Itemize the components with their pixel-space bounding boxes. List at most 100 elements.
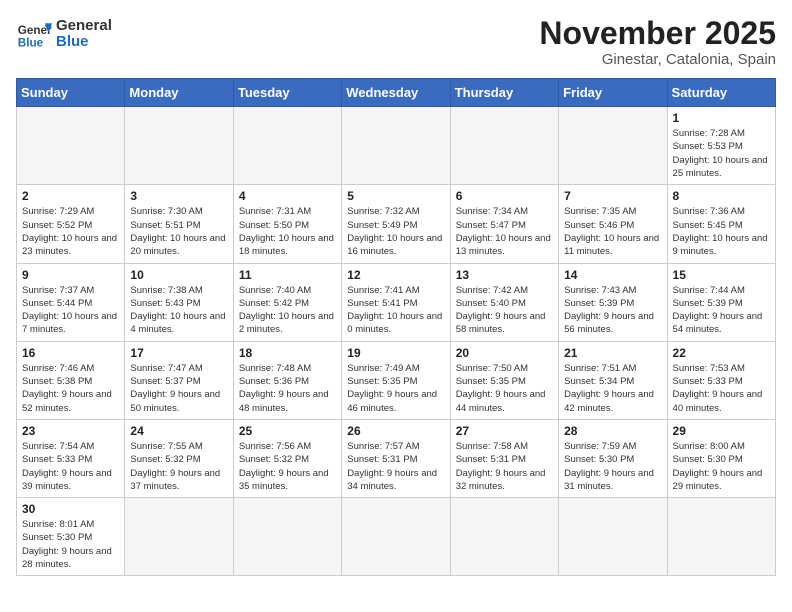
calendar-cell: 30 Sunrise: 8:01 AM Sunset: 5:30 PM Dayli…: [17, 498, 125, 576]
day-number: 22: [673, 346, 770, 360]
calendar-row-3: 9 Sunrise: 7:37 AM Sunset: 5:44 PM Daylig…: [17, 263, 776, 341]
calendar-cell: 10 Sunrise: 7:38 AM Sunset: 5:43 PM Dayli…: [125, 263, 233, 341]
calendar-cell: [17, 107, 125, 185]
calendar-cell: 26Sunrise: 7:57 AM Sunset: 5:31 PM Dayli…: [342, 419, 450, 497]
month-title: November 2025: [539, 16, 776, 51]
calendar-cell: 16 Sunrise: 7:46 AM Sunset: 5:38 PM Dayli…: [17, 341, 125, 419]
weekday-header-sunday: Sunday: [17, 79, 125, 107]
day-number: 4: [239, 189, 336, 203]
day-number: 9: [22, 268, 119, 282]
calendar-row-1: 1 Sunrise: 7:28 AM Sunset: 5:53 PM Daylig…: [17, 107, 776, 185]
day-number: 8: [673, 189, 770, 203]
calendar-row-2: 2Sunrise: 7:29 AM Sunset: 5:52 PM Daylig…: [17, 185, 776, 263]
calendar-cell: [450, 498, 558, 576]
calendar-cell: [233, 107, 341, 185]
weekday-header-monday: Monday: [125, 79, 233, 107]
day-info: Sunrise: 7:59 AM Sunset: 5:30 PM Dayligh…: [564, 440, 661, 493]
day-info: Sunrise: 7:34 AM Sunset: 5:47 PM Dayligh…: [456, 205, 553, 258]
calendar-cell: 9 Sunrise: 7:37 AM Sunset: 5:44 PM Daylig…: [17, 263, 125, 341]
day-info: Sunrise: 7:41 AM Sunset: 5:41 PM Dayligh…: [347, 284, 444, 337]
calendar-cell: 3Sunrise: 7:30 AM Sunset: 5:51 PM Daylig…: [125, 185, 233, 263]
calendar-cell: 1 Sunrise: 7:28 AM Sunset: 5:53 PM Daylig…: [667, 107, 775, 185]
day-info: Sunrise: 7:37 AM Sunset: 5:44 PM Dayligh…: [22, 284, 119, 337]
calendar-cell: 17Sunrise: 7:47 AM Sunset: 5:37 PM Dayli…: [125, 341, 233, 419]
calendar-cell: 15 Sunrise: 7:44 AM Sunset: 5:39 PM Dayli…: [667, 263, 775, 341]
day-info: Sunrise: 7:42 AM Sunset: 5:40 PM Dayligh…: [456, 284, 553, 337]
weekday-header-tuesday: Tuesday: [233, 79, 341, 107]
day-number: 5: [347, 189, 444, 203]
calendar-cell: [342, 107, 450, 185]
calendar-cell: [125, 107, 233, 185]
calendar-cell: [125, 498, 233, 576]
logo-general: General: [56, 18, 112, 35]
day-info: Sunrise: 7:35 AM Sunset: 5:46 PM Dayligh…: [564, 205, 661, 258]
day-number: 25: [239, 424, 336, 438]
day-info: Sunrise: 7:38 AM Sunset: 5:43 PM Dayligh…: [130, 284, 227, 337]
calendar-row-6: 30 Sunrise: 8:01 AM Sunset: 5:30 PM Dayli…: [17, 498, 776, 576]
weekday-header-thursday: Thursday: [450, 79, 558, 107]
calendar-row-4: 16 Sunrise: 7:46 AM Sunset: 5:38 PM Dayli…: [17, 341, 776, 419]
weekday-header-saturday: Saturday: [667, 79, 775, 107]
day-number: 20: [456, 346, 553, 360]
day-info: Sunrise: 7:57 AM Sunset: 5:31 PM Dayligh…: [347, 440, 444, 493]
day-number: 2: [22, 189, 119, 203]
weekday-header-friday: Friday: [559, 79, 667, 107]
calendar-cell: [450, 107, 558, 185]
page-header: General Blue General Blue November 2025 …: [16, 16, 776, 68]
weekday-header-wednesday: Wednesday: [342, 79, 450, 107]
day-info: Sunrise: 7:51 AM Sunset: 5:34 PM Dayligh…: [564, 362, 661, 415]
day-number: 28: [564, 424, 661, 438]
day-info: Sunrise: 8:01 AM Sunset: 5:30 PM Dayligh…: [22, 518, 119, 571]
calendar-cell: 23 Sunrise: 7:54 AM Sunset: 5:33 PM Dayli…: [17, 419, 125, 497]
calendar-cell: 20Sunrise: 7:50 AM Sunset: 5:35 PM Dayli…: [450, 341, 558, 419]
calendar-cell: 29Sunrise: 8:00 AM Sunset: 5:30 PM Dayli…: [667, 419, 775, 497]
logo-icon: General Blue: [16, 16, 52, 52]
day-number: 14: [564, 268, 661, 282]
calendar-cell: 22 Sunrise: 7:53 AM Sunset: 5:33 PM Dayli…: [667, 341, 775, 419]
calendar-cell: 13Sunrise: 7:42 AM Sunset: 5:40 PM Dayli…: [450, 263, 558, 341]
day-number: 16: [22, 346, 119, 360]
calendar-table: SundayMondayTuesdayWednesdayThursdayFrid…: [16, 78, 776, 576]
day-info: Sunrise: 7:47 AM Sunset: 5:37 PM Dayligh…: [130, 362, 227, 415]
day-info: Sunrise: 7:58 AM Sunset: 5:31 PM Dayligh…: [456, 440, 553, 493]
day-info: Sunrise: 7:31 AM Sunset: 5:50 PM Dayligh…: [239, 205, 336, 258]
day-info: Sunrise: 7:44 AM Sunset: 5:39 PM Dayligh…: [673, 284, 770, 337]
calendar-cell: 14Sunrise: 7:43 AM Sunset: 5:39 PM Dayli…: [559, 263, 667, 341]
day-number: 6: [456, 189, 553, 203]
day-info: Sunrise: 7:49 AM Sunset: 5:35 PM Dayligh…: [347, 362, 444, 415]
calendar-cell: 5 Sunrise: 7:32 AM Sunset: 5:49 PM Daylig…: [342, 185, 450, 263]
calendar-cell: 18Sunrise: 7:48 AM Sunset: 5:36 PM Dayli…: [233, 341, 341, 419]
day-number: 1: [673, 111, 770, 125]
day-number: 15: [673, 268, 770, 282]
day-info: Sunrise: 7:36 AM Sunset: 5:45 PM Dayligh…: [673, 205, 770, 258]
day-number: 11: [239, 268, 336, 282]
day-number: 30: [22, 502, 119, 516]
day-info: Sunrise: 7:54 AM Sunset: 5:33 PM Dayligh…: [22, 440, 119, 493]
calendar-cell: 28 Sunrise: 7:59 AM Sunset: 5:30 PM Dayli…: [559, 419, 667, 497]
day-info: Sunrise: 7:46 AM Sunset: 5:38 PM Dayligh…: [22, 362, 119, 415]
day-info: Sunrise: 7:48 AM Sunset: 5:36 PM Dayligh…: [239, 362, 336, 415]
calendar-cell: 6 Sunrise: 7:34 AM Sunset: 5:47 PM Daylig…: [450, 185, 558, 263]
title-area: November 2025 Ginestar, Catalonia, Spain: [539, 16, 776, 68]
day-info: Sunrise: 7:53 AM Sunset: 5:33 PM Dayligh…: [673, 362, 770, 415]
day-info: Sunrise: 7:56 AM Sunset: 5:32 PM Dayligh…: [239, 440, 336, 493]
calendar-cell: [559, 107, 667, 185]
logo-blue: Blue: [56, 34, 112, 51]
day-info: Sunrise: 7:40 AM Sunset: 5:42 PM Dayligh…: [239, 284, 336, 337]
calendar-cell: [559, 498, 667, 576]
day-info: Sunrise: 8:00 AM Sunset: 5:30 PM Dayligh…: [673, 440, 770, 493]
calendar-cell: 2Sunrise: 7:29 AM Sunset: 5:52 PM Daylig…: [17, 185, 125, 263]
calendar-row-5: 23 Sunrise: 7:54 AM Sunset: 5:33 PM Dayli…: [17, 419, 776, 497]
calendar-cell: [233, 498, 341, 576]
day-number: 23: [22, 424, 119, 438]
day-info: Sunrise: 7:32 AM Sunset: 5:49 PM Dayligh…: [347, 205, 444, 258]
svg-text:Blue: Blue: [18, 37, 44, 50]
day-number: 7: [564, 189, 661, 203]
day-number: 21: [564, 346, 661, 360]
day-number: 19: [347, 346, 444, 360]
day-info: Sunrise: 7:28 AM Sunset: 5:53 PM Dayligh…: [673, 127, 770, 180]
calendar-cell: [667, 498, 775, 576]
calendar-cell: 19 Sunrise: 7:49 AM Sunset: 5:35 PM Dayli…: [342, 341, 450, 419]
day-number: 10: [130, 268, 227, 282]
weekday-header-row: SundayMondayTuesdayWednesdayThursdayFrid…: [17, 79, 776, 107]
